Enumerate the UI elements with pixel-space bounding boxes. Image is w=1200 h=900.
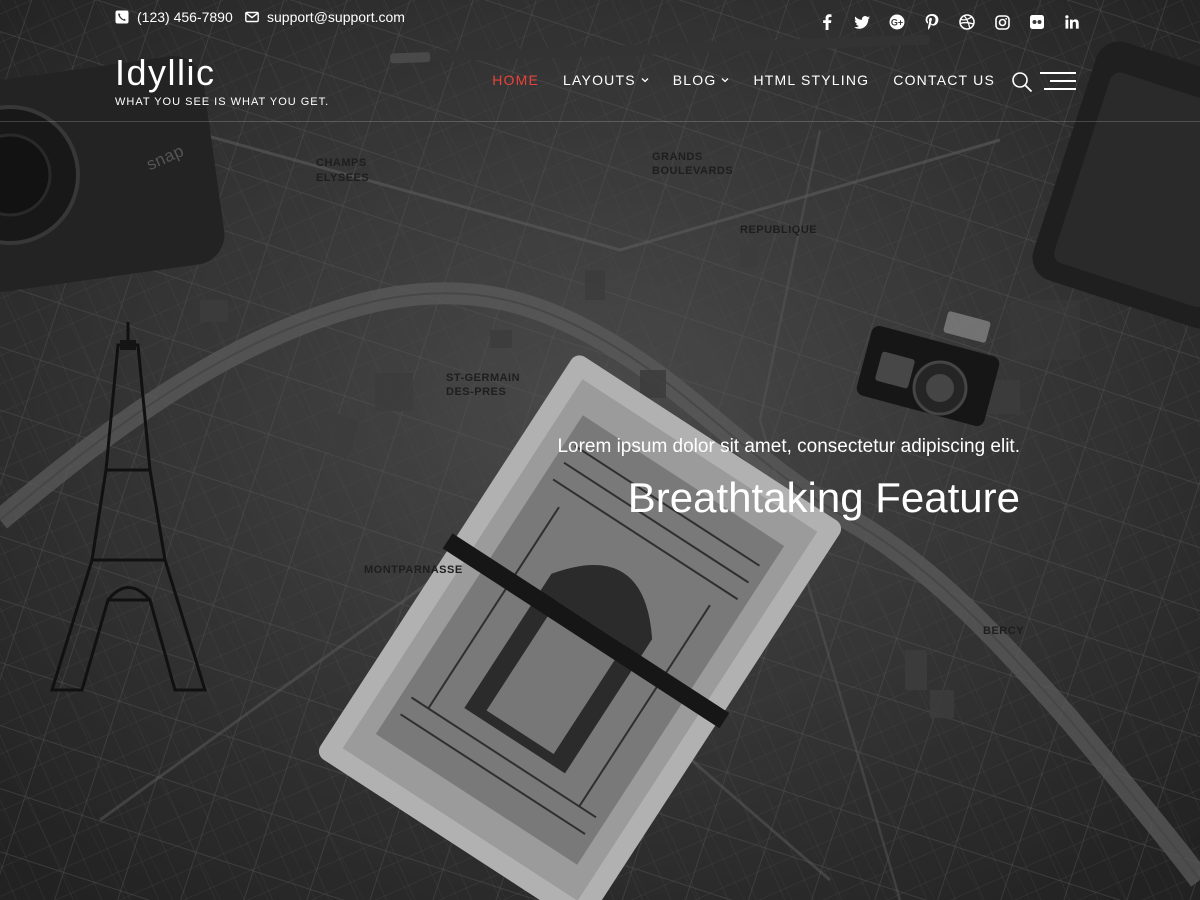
slide-caption: Lorem ipsum dolor sit amet, consectetur … bbox=[557, 436, 1020, 522]
map-label: ST-GERMAIN bbox=[446, 372, 521, 384]
map-label: BERCY bbox=[983, 625, 1025, 637]
phone-icon bbox=[115, 10, 129, 24]
nav-item-home[interactable]: HOME bbox=[492, 72, 539, 88]
map-label: REPUBLIQUE bbox=[740, 224, 818, 236]
svg-text:G+: G+ bbox=[891, 17, 903, 27]
map-label-snap: snap bbox=[143, 140, 187, 175]
chevron-down-icon bbox=[721, 76, 729, 84]
envelope-icon bbox=[245, 10, 259, 24]
nav-item-label: LAYOUTS bbox=[563, 72, 636, 88]
phone-number: (123) 456-7890 bbox=[137, 9, 233, 25]
instagram-icon[interactable] bbox=[994, 14, 1010, 30]
map-label: MONTPARNASSE bbox=[364, 564, 463, 576]
nav-item-contact-us[interactable]: CONTACT US bbox=[893, 72, 995, 88]
main-nav: HOME LAYOUTS BLOG HTML STYLING CONTACT U… bbox=[492, 72, 995, 88]
search-button[interactable] bbox=[1011, 71, 1033, 93]
pinterest-icon[interactable] bbox=[924, 14, 940, 30]
nav-item-label: HTML STYLING bbox=[753, 72, 870, 88]
dribbble-icon[interactable] bbox=[959, 14, 975, 30]
facebook-icon[interactable] bbox=[819, 14, 835, 30]
search-icon bbox=[1012, 72, 1033, 93]
email-address: support@support.com bbox=[267, 9, 405, 25]
slide-title[interactable]: Breathtaking Feature bbox=[557, 474, 1020, 522]
flickr-icon[interactable] bbox=[1029, 14, 1045, 30]
linkedin-icon[interactable] bbox=[1064, 14, 1080, 30]
nav-item-layouts[interactable]: LAYOUTS bbox=[563, 72, 649, 88]
twitter-icon[interactable] bbox=[854, 14, 870, 30]
nav-item-label: BLOG bbox=[672, 72, 717, 88]
chevron-down-icon bbox=[641, 76, 649, 84]
nav-item-label: HOME bbox=[492, 72, 540, 88]
map-label: CHAMPS bbox=[316, 157, 367, 169]
google-plus-icon[interactable]: G+ bbox=[889, 14, 905, 30]
map-label: ELYSEES bbox=[316, 172, 370, 184]
site-tagline: WHAT YOU SEE IS WHAT YOU GET. bbox=[115, 96, 330, 108]
nav-item-blog[interactable]: BLOG bbox=[673, 72, 730, 88]
side-menu-button[interactable] bbox=[1040, 71, 1076, 93]
map-label: BOULEVARDS bbox=[652, 165, 734, 177]
nav-item-label: CONTACT US bbox=[893, 72, 995, 88]
map-label: DES-PRES bbox=[446, 386, 507, 398]
contact-email[interactable]: support@support.com bbox=[245, 9, 405, 25]
slide-subtitle: Lorem ipsum dolor sit amet, consectetur … bbox=[557, 436, 1020, 457]
page: CHAMPS ELYSEES GRANDS BOULEVARDS REPUBLI… bbox=[0, 0, 1200, 900]
contact-phone[interactable]: (123) 456-7890 bbox=[115, 9, 233, 25]
site-title[interactable]: Idyllic bbox=[115, 52, 216, 94]
map-label: GRANDS bbox=[652, 151, 703, 163]
nav-item-html-styling[interactable]: HTML STYLING bbox=[753, 72, 869, 88]
top-bar: (123) 456-7890 support@support.com G+ bbox=[0, 0, 1200, 36]
social-links: G+ bbox=[819, 14, 1080, 30]
hamburger-icon bbox=[1040, 72, 1076, 90]
site-header: Idyllic WHAT YOU SEE IS WHAT YOU GET. HO… bbox=[0, 36, 1200, 122]
